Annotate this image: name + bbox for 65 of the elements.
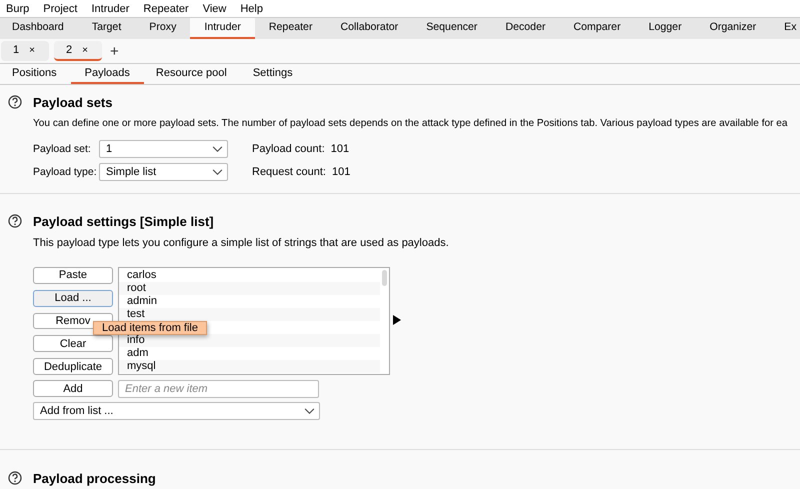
count-value: 101: [332, 166, 350, 178]
count-value: 101: [330, 143, 350, 155]
list-item[interactable]: admin: [119, 295, 380, 308]
payload-type-dropdown[interactable]: Simple list: [99, 163, 228, 181]
chevron-down-icon: [304, 408, 315, 415]
field-label: Payload type:: [33, 166, 98, 178]
tool-tab[interactable]: Decoder: [491, 18, 560, 39]
list-item[interactable]: mysql: [119, 360, 380, 373]
tool-tab[interactable]: Dashboard: [0, 18, 78, 39]
new-tab-button[interactable]: +: [110, 42, 119, 60]
chevron-down-icon: [212, 146, 223, 153]
section-description: You can define one or more payload sets. The number of payload sets depends on the attack type defined in the Positions tab. Various payload types are available for ea: [33, 117, 789, 131]
new-item-field[interactable]: Enter a new item: [118, 380, 319, 398]
tool-tab[interactable]: Ex: [770, 18, 800, 39]
tab-label: 1: [13, 44, 20, 56]
menu-item[interactable]: Help: [240, 2, 263, 14]
scrollbar-thumb[interactable]: [382, 270, 387, 286]
section-title: Payload settings [Simple list]: [33, 214, 214, 228]
sub-tab[interactable]: Resource pool: [144, 64, 241, 84]
chevron-down-icon: [212, 169, 223, 176]
tool-tab[interactable]: Collaborator: [326, 18, 412, 39]
triangle-right-icon[interactable]: [393, 315, 401, 325]
tool-tab[interactable]: Logger: [634, 18, 696, 39]
list-item[interactable]: info: [119, 334, 380, 347]
help-icon[interactable]: [8, 95, 22, 109]
tool-tab[interactable]: Proxy: [135, 18, 190, 39]
list-action-button[interactable]: Load ...: [33, 290, 113, 307]
list-item[interactable]: adm: [119, 347, 380, 360]
menu-item[interactable]: Burp: [6, 2, 30, 14]
help-icon[interactable]: [8, 471, 22, 485]
add-from-list-dropdown[interactable]: Add from list ...: [33, 402, 320, 420]
attack-tab[interactable]: 1 ×: [1, 41, 49, 61]
list-action-button[interactable]: Deduplicate: [33, 358, 113, 375]
menu-item[interactable]: View: [202, 2, 226, 14]
menu-item[interactable]: Repeater: [143, 2, 189, 14]
help-icon[interactable]: [8, 214, 22, 228]
sub-tab[interactable]: Positions: [0, 64, 71, 84]
list-action-button[interactable]: Clear: [33, 335, 113, 352]
tool-tab[interactable]: Intruder: [190, 18, 255, 39]
tooltip: Load items from file: [93, 321, 207, 335]
list-item[interactable]: test: [119, 308, 380, 321]
field-label: Request count:: [252, 166, 326, 178]
menu-item[interactable]: Project: [43, 2, 78, 14]
section-title: Payload processing: [33, 470, 156, 486]
section-description: This payload type lets you configure a simple list of strings that are used as payloads.: [33, 236, 450, 250]
list-item[interactable]: carlos: [119, 269, 380, 282]
tool-tab[interactable]: Repeater: [254, 18, 326, 39]
field-label: Payload count:: [252, 143, 325, 155]
close-tab-button[interactable]: ×: [29, 44, 35, 56]
sub-tab[interactable]: Payloads: [70, 64, 144, 84]
sub-tab[interactable]: Settings: [240, 64, 307, 84]
attack-tab[interactable]: 2 ×: [54, 41, 102, 61]
tool-tab[interactable]: Comparer: [560, 18, 635, 39]
list-item[interactable]: root: [119, 282, 380, 295]
tool-tab[interactable]: Organizer: [696, 18, 770, 39]
field-label: Payload set:: [33, 143, 92, 155]
add-button[interactable]: Add: [33, 380, 113, 397]
menu-item[interactable]: Intruder: [92, 2, 130, 14]
tool-tab[interactable]: Sequencer: [412, 18, 492, 39]
section-title: Payload sets: [33, 94, 112, 110]
payload-set-dropdown[interactable]: 1: [99, 140, 228, 158]
list-action-button[interactable]: Paste: [33, 267, 113, 284]
tab-label: 2: [66, 44, 72, 56]
close-tab-button[interactable]: ×: [82, 44, 88, 56]
tool-tab[interactable]: Target: [78, 18, 136, 39]
